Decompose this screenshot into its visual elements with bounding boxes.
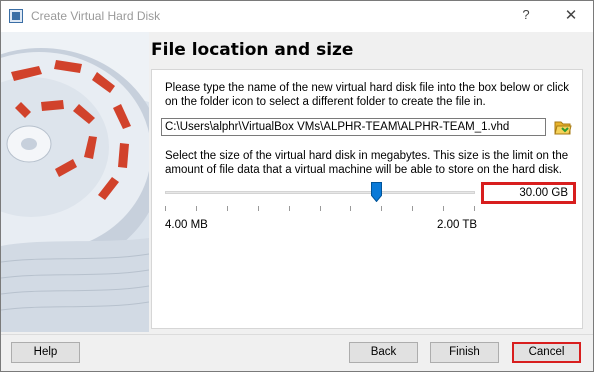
create-virtual-hard-disk-dialog: Create Virtual Hard Disk ? ✕ File locati… (0, 0, 594, 372)
slider-handle[interactable] (371, 182, 382, 203)
button-bar-divider (1, 334, 593, 335)
back-button[interactable]: Back (349, 342, 418, 363)
slider-tick (443, 206, 444, 211)
slider-tick (227, 206, 228, 211)
slider-track (165, 191, 475, 194)
file-path-input[interactable]: C:\Users\alphr\VirtualBox VMs\ALPHR-TEAM… (161, 118, 546, 136)
slider-tick (165, 206, 166, 211)
slider-tick (258, 206, 259, 211)
title-bar: Create Virtual Hard Disk ? ✕ (1, 1, 593, 32)
help-button[interactable]: Help (11, 342, 80, 363)
virtualbox-icon (9, 9, 23, 23)
location-instructions: Please type the name of the new virtual … (165, 82, 569, 108)
window-title: Create Virtual Hard Disk (31, 9, 161, 23)
help-title-button[interactable]: ? (515, 7, 537, 27)
slider-tick (381, 206, 382, 211)
wizard-side-image (1, 32, 149, 332)
slider-tick (320, 206, 321, 211)
page-title: File location and size (151, 40, 354, 60)
slider-tick (474, 206, 475, 211)
slider-min-label: 4.00 MB (165, 219, 208, 231)
slider-tick (196, 206, 197, 211)
slider-max-label: 2.00 TB (437, 219, 478, 231)
finish-button[interactable]: Finish (430, 342, 499, 363)
size-instructions: Select the size of the virtual hard disk… (165, 150, 569, 176)
cancel-button[interactable]: Cancel (512, 342, 581, 363)
slider-tick (412, 206, 413, 211)
close-icon[interactable]: ✕ (559, 6, 583, 28)
size-input[interactable]: 30.00 GB (481, 182, 576, 204)
folder-open-icon[interactable] (554, 119, 572, 135)
size-slider[interactable] (165, 182, 475, 212)
slider-tick (350, 206, 351, 211)
slider-tick (289, 206, 290, 211)
